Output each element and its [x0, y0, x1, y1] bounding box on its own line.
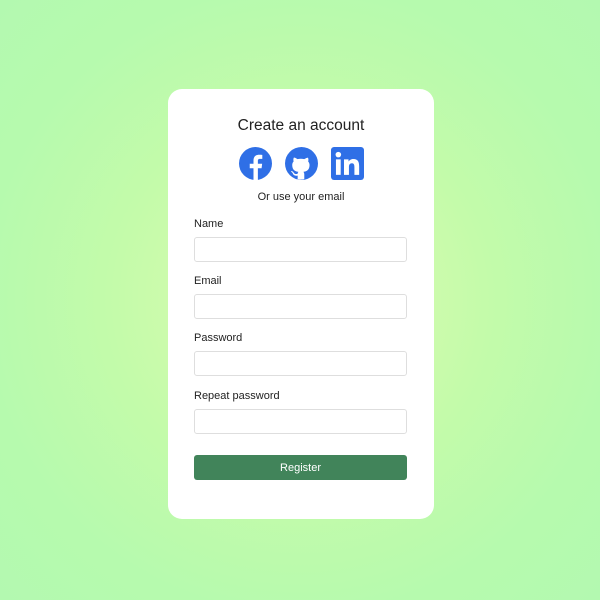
repeat-password-label: Repeat password [194, 390, 280, 402]
social-login-group [168, 147, 434, 180]
linkedin-login-button[interactable] [330, 147, 364, 180]
facebook-login-button[interactable] [238, 147, 272, 180]
form-title: Create an account [237, 117, 365, 134]
facebook-icon [238, 147, 272, 180]
password-label: Password [194, 332, 243, 344]
password-input[interactable] [194, 351, 407, 376]
register-card: Create an account Or use your email Name [168, 89, 434, 519]
email-option-text: Or use your email [257, 191, 345, 203]
github-login-button[interactable] [284, 147, 318, 180]
email-input[interactable] [194, 294, 407, 319]
repeat-password-input[interactable] [194, 409, 407, 434]
linkedin-icon [330, 147, 364, 180]
register-button[interactable]: Register [194, 455, 407, 480]
email-label: Email [194, 275, 222, 287]
name-label: Name [194, 218, 224, 230]
github-icon [284, 147, 318, 180]
name-input[interactable] [194, 237, 407, 262]
